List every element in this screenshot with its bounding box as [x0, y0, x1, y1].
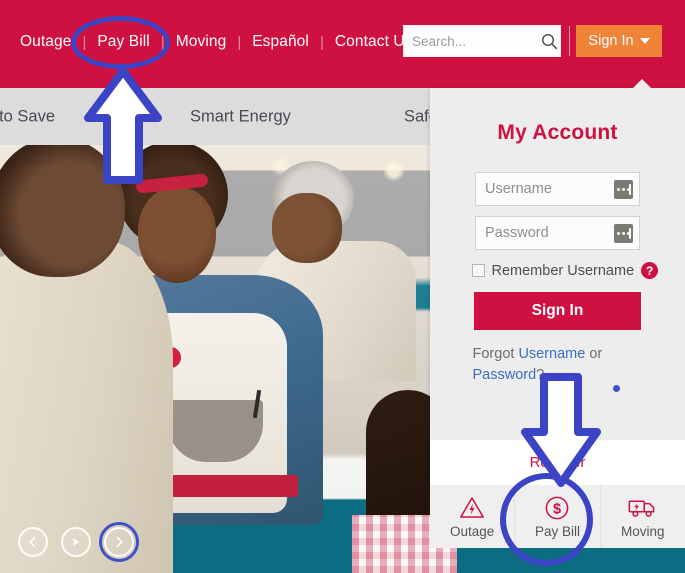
carousel-prev-icon[interactable] — [18, 527, 48, 557]
quick-tile-moving[interactable]: Moving — [599, 485, 685, 548]
hero-figure-clerk-face — [138, 187, 216, 283]
quick-tile-pay-bill-label: Pay Bill — [534, 523, 580, 539]
my-account-dropdown[interactable]: My Account Remember Username ? Sign In F… — [430, 79, 685, 486]
forgot-username-link[interactable]: Username — [518, 346, 585, 362]
search-box[interactable] — [403, 25, 561, 57]
moving-truck-icon — [628, 495, 658, 521]
nav-divider: | — [160, 33, 165, 51]
outage-bolt-triangle-icon — [457, 495, 487, 521]
secondary-navigation[interactable]: ys to Save Smart Energy Safe — [0, 88, 432, 145]
username-field-wrapper[interactable] — [475, 172, 640, 206]
nav-divider: | — [319, 33, 324, 51]
subnav-item-ways-to-save[interactable]: ys to Save — [0, 107, 55, 126]
forgot-suffix: ? — [536, 367, 545, 384]
remember-username-label: Remember Username — [491, 262, 635, 279]
site-header: Outage | Pay Bill | Moving | Español | C… — [0, 0, 685, 88]
hero-figure-shopper-head — [0, 145, 125, 277]
subnav-item-smart-energy[interactable]: Smart Energy — [190, 107, 291, 126]
utility-navigation[interactable]: Outage | Pay Bill | Moving | Español | C… — [18, 29, 415, 55]
subnav-item-safety[interactable]: Safe — [404, 107, 432, 126]
search-icon[interactable] — [538, 28, 560, 54]
dollar-circle-icon: $ — [542, 495, 572, 521]
carousel-play-icon[interactable] — [61, 527, 91, 557]
nav-divider: | — [237, 33, 242, 51]
nav-link-espanol[interactable]: Español — [250, 33, 311, 51]
svg-text:$: $ — [553, 501, 561, 517]
remember-username-checkbox[interactable] — [471, 264, 485, 277]
remember-username-row[interactable]: Remember Username ? — [471, 262, 659, 279]
hero-figure-shopper — [0, 240, 173, 573]
browser-page: ys to Save Smart Energy Safe Outage | Pa… — [0, 0, 685, 573]
header-signin-label: Sign In — [588, 33, 634, 49]
register-strip[interactable]: Register — [430, 440, 685, 485]
quick-tile-outage-label: Outage — [450, 523, 495, 539]
quick-tile-moving-label: Moving — [621, 523, 665, 539]
nav-link-moving[interactable]: Moving — [174, 33, 229, 51]
password-input[interactable] — [476, 218, 614, 248]
panel-signin-button[interactable]: Sign In — [474, 292, 641, 330]
nav-divider: | — [82, 33, 87, 51]
panel-title: My Account — [497, 121, 618, 144]
username-input[interactable] — [476, 174, 614, 204]
nav-link-pay-bill[interactable]: Pay Bill — [95, 33, 151, 51]
forgot-credentials-text: Forgot Username or Password? — [473, 344, 643, 386]
hero-figure-clerk-pocket — [168, 400, 263, 462]
register-link[interactable]: Register — [530, 454, 586, 471]
help-icon[interactable]: ? — [641, 262, 659, 279]
hero-figure-customer-face — [272, 193, 342, 263]
dropdown-notch-icon — [632, 79, 652, 89]
quick-tile-pay-bill[interactable]: $ Pay Bill — [514, 485, 600, 548]
forgot-password-link[interactable]: Password — [473, 367, 537, 383]
carousel-controls[interactable] — [18, 522, 139, 562]
nav-link-outage[interactable]: Outage — [18, 33, 73, 51]
quick-tile-outage[interactable]: Outage — [430, 485, 515, 548]
header-signin-button[interactable]: Sign In — [576, 25, 662, 57]
forgot-middle: or — [585, 346, 603, 362]
password-autofill-icon[interactable] — [614, 224, 633, 243]
chevron-down-icon — [639, 38, 650, 44]
password-field-wrapper[interactable] — [475, 216, 640, 250]
header-divider — [569, 26, 570, 56]
carousel-next-icon[interactable] — [99, 522, 139, 562]
annotation-dot-icon — [613, 385, 620, 392]
username-autofill-icon[interactable] — [614, 180, 633, 199]
quick-action-bar[interactable]: Outage $ Pay Bill Moving — [430, 485, 685, 548]
search-input[interactable] — [404, 27, 538, 55]
forgot-prefix: Forgot — [472, 346, 519, 362]
